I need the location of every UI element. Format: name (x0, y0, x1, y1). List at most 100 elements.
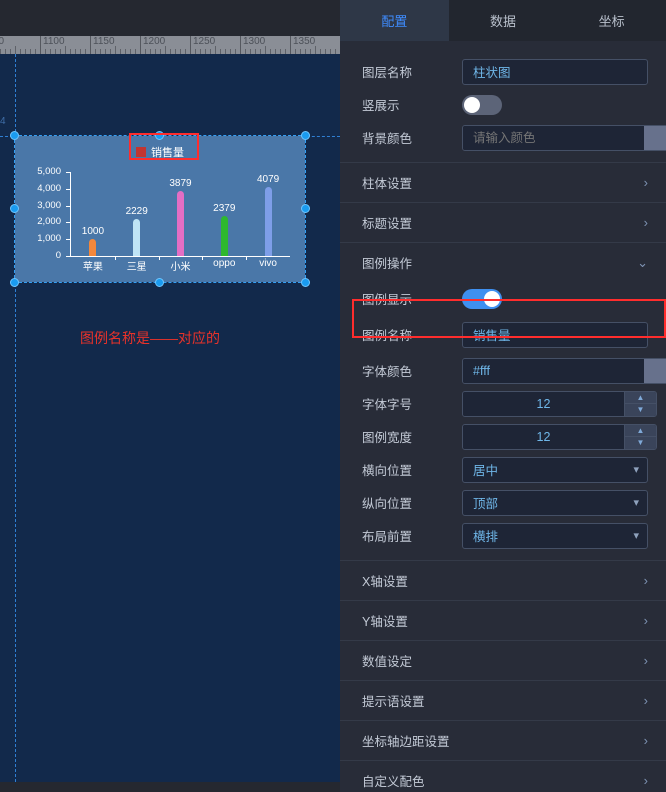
vertical-ruler-label: 4 (0, 116, 6, 127)
chart-widget[interactable]: 销售量 5,000 4,000 3,000 2,000 1,000 0 1000 2229 3… (10, 131, 310, 287)
ruler-tick-label: 1200 (143, 36, 166, 47)
x-axis-line (70, 256, 290, 257)
bar-column: 2379 (202, 172, 246, 256)
ruler-minor-tick (305, 49, 306, 54)
ruler-minor-tick (295, 49, 296, 54)
legend-width-stepper[interactable]: ▲ ▼ (462, 423, 657, 450)
tab-data[interactable]: 数据 (449, 0, 558, 41)
background-color-input[interactable] (463, 125, 644, 150)
ruler-minor-tick (25, 49, 26, 54)
font-color-combo[interactable] (462, 357, 666, 384)
resize-handle-middle-left[interactable] (10, 204, 19, 213)
bar (133, 218, 141, 256)
x-axis-separator (114, 256, 116, 260)
y-axis-tick-label: 4,000 (37, 182, 61, 194)
legend-width-spinner[interactable]: ▲ ▼ (624, 424, 656, 449)
section-value-settings[interactable]: 数值设定 › (340, 640, 666, 680)
legend-name-input[interactable] (462, 321, 648, 348)
ruler-minor-tick (335, 49, 336, 54)
y-axis-tick-label: 3,000 (37, 199, 61, 211)
ruler-tick-label: 1250 (193, 36, 216, 47)
canvas-top-strip (0, 0, 340, 36)
font-size-stepper[interactable]: ▲ ▼ (462, 390, 657, 417)
font-size-input[interactable] (463, 391, 624, 416)
resize-handle-bottom-center[interactable] (155, 278, 164, 287)
section-title-settings[interactable]: 标题设置 › (340, 202, 666, 242)
vertical-ruler[interactable] (0, 54, 8, 792)
ruler-minor-tick (275, 49, 276, 54)
vertical-position-select[interactable]: 顶部 ▾ (462, 489, 648, 516)
properties-panel: 配置 数据 坐标 图层名称 竖展示 (340, 0, 666, 792)
ruler-minor-tick (210, 49, 211, 54)
horizontal-position-value: 居中 (473, 464, 499, 478)
chart-legend[interactable]: 销售量 (132, 142, 188, 162)
font-size-spinner[interactable]: ▲ ▼ (624, 391, 656, 416)
resize-handle-top-right[interactable] (301, 131, 310, 140)
font-color-input[interactable] (463, 358, 644, 383)
background-color-swatch-button[interactable] (644, 125, 666, 150)
resize-handle-bottom-left[interactable] (10, 278, 19, 287)
ruler-minor-tick (300, 49, 301, 54)
x-axis-tick-label: 苹果 (82, 262, 103, 273)
chevron-up-icon[interactable]: ▲ (625, 425, 656, 437)
section-bar-settings[interactable]: 柱体设置 › (340, 162, 666, 202)
ruler-minor-tick (145, 49, 146, 54)
vertical-display-toggle[interactable] (462, 94, 502, 115)
ruler-minor-tick (80, 49, 81, 54)
layout-front-select[interactable]: 横排 ▾ (462, 522, 648, 549)
row-legend-name: 图例名称 (340, 315, 666, 354)
horizontal-ruler[interactable]: 50 1100 1150 1200 1250 1300 1350 (0, 36, 340, 54)
ruler-minor-tick (60, 49, 61, 54)
bar-value-label: 2379 (213, 203, 236, 215)
row-vertical-position: 纵向位置 顶部 ▾ (340, 486, 666, 519)
design-canvas[interactable]: 50 1100 1150 1200 1250 1300 1350 4 销售量 5,000 4,… (0, 0, 340, 792)
chevron-right-icon: › (643, 693, 648, 708)
layer-name-input[interactable] (462, 58, 648, 85)
font-color-swatch-button[interactable] (644, 358, 666, 383)
horizontal-position-select[interactable]: 居中 ▾ (462, 456, 648, 483)
row-font-size: 字体字号 ▲ ▼ (340, 387, 666, 420)
tab-coordinates[interactable]: 坐标 (557, 0, 666, 41)
ruler-major-tick (140, 36, 141, 54)
ruler-minor-tick (270, 49, 271, 54)
bar-value-label: 2229 (125, 205, 148, 217)
ruler-minor-tick (110, 49, 111, 54)
ruler-minor-tick (100, 49, 101, 54)
resize-handle-top-left[interactable] (10, 131, 19, 140)
resize-handle-bottom-right[interactable] (301, 278, 310, 287)
section-bar-settings-label: 柱体设置 (362, 177, 413, 191)
chevron-down-icon: ⌄ (637, 254, 648, 270)
ruler-tick-label: 1300 (243, 36, 266, 47)
section-legend-operations[interactable]: 图例操作 ⌄ (340, 242, 666, 282)
chevron-up-icon[interactable]: ▲ (625, 392, 656, 404)
ruler-minor-tick (215, 46, 216, 54)
ruler-minor-tick (15, 46, 16, 54)
ruler-minor-tick (260, 49, 261, 54)
tab-config[interactable]: 配置 (340, 0, 449, 41)
chevron-down-icon[interactable]: ▼ (625, 404, 656, 416)
bar-column: 1000 (71, 172, 115, 256)
chevron-right-icon: › (643, 773, 648, 788)
panel-tabs: 配置 数据 坐标 (340, 0, 666, 41)
section-legend-operations-label: 图例操作 (362, 257, 413, 271)
label-font-color: 字体颜色 (362, 365, 413, 379)
resize-handle-top-center[interactable] (155, 131, 164, 140)
legend-show-toggle[interactable] (462, 288, 502, 309)
background-color-combo[interactable] (462, 124, 666, 151)
legend-width-input[interactable] (463, 424, 624, 449)
ruler-minor-tick (255, 49, 256, 54)
y-axis-tick (66, 239, 70, 241)
ruler-minor-tick (320, 49, 321, 54)
row-horizontal-position: 横向位置 居中 ▾ (340, 453, 666, 486)
section-axis-margin-settings[interactable]: 坐标轴边距设置 › (340, 720, 666, 760)
section-y-axis-settings[interactable]: Y轴设置 › (340, 600, 666, 640)
ruler-minor-tick (65, 46, 66, 54)
section-x-axis-settings-label: X轴设置 (362, 575, 408, 589)
section-custom-colors[interactable]: 自定义配色 › (340, 760, 666, 792)
chevron-down-icon[interactable]: ▼ (625, 437, 656, 449)
section-x-axis-settings[interactable]: X轴设置 › (340, 560, 666, 600)
bar-value-label: 1000 (81, 226, 105, 238)
resize-handle-middle-right[interactable] (301, 204, 310, 213)
ruler-minor-tick (205, 49, 206, 54)
section-tooltip-settings[interactable]: 提示语设置 › (340, 680, 666, 720)
